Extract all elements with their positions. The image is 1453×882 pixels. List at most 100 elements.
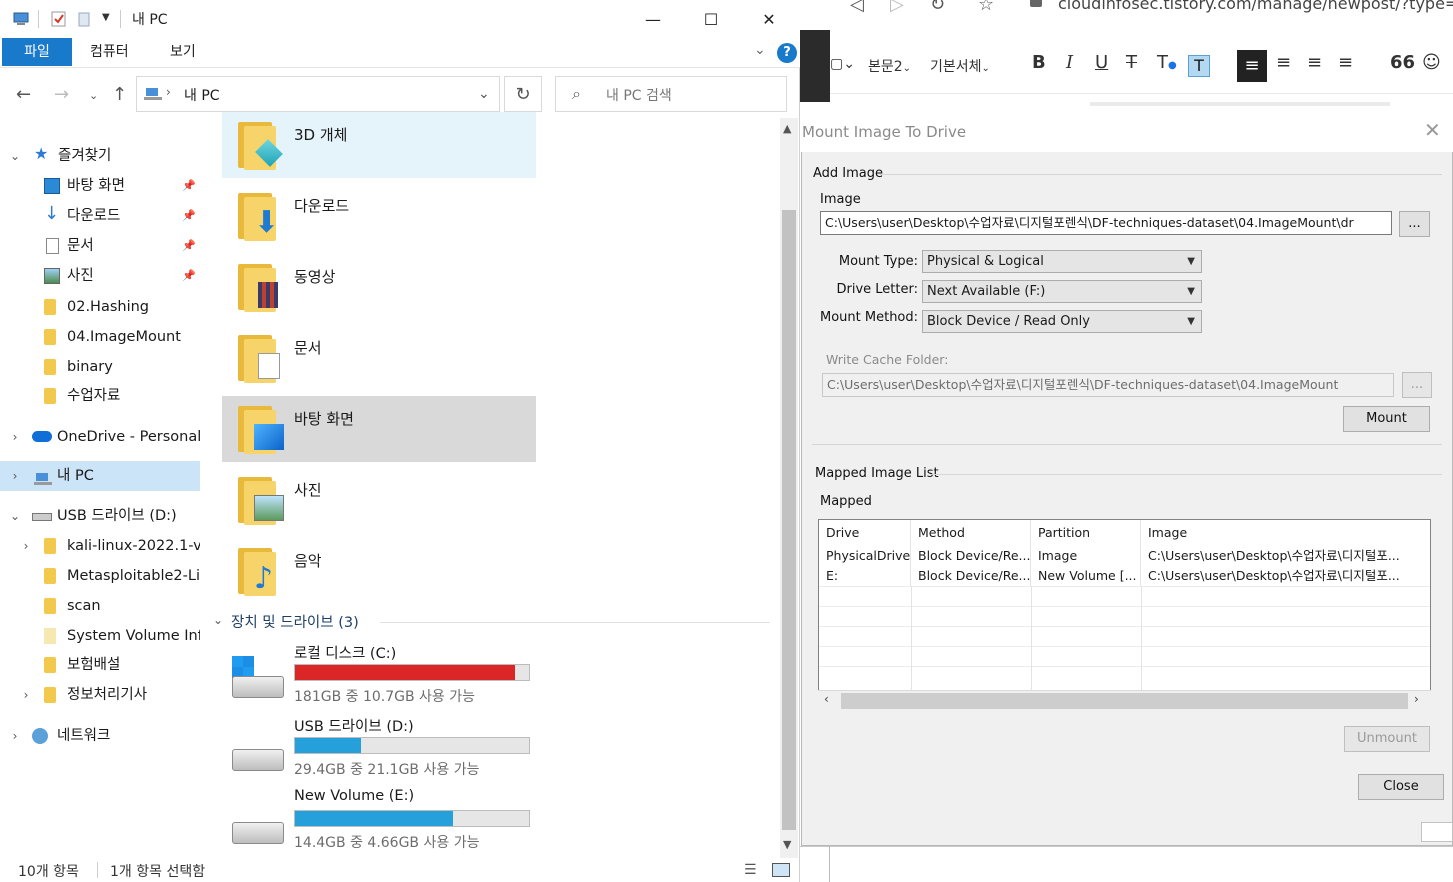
text-color-icon[interactable]: T● [1157,52,1177,73]
address-dropdown-icon[interactable]: ⌄ [478,86,490,102]
help-icon[interactable]: ? [777,43,797,63]
content-scroll-thumb[interactable] [782,210,796,830]
details-view-icon[interactable]: ☰ [744,862,757,878]
nav-item-imagemount[interactable]: 04.ImageMount [0,322,200,352]
strikethrough-icon[interactable]: T [1126,52,1137,73]
nav-item-this-pc[interactable]: › 내 PC [0,461,200,491]
nav-item-infoproc[interactable]: › 정보처리기사 [0,680,200,710]
bold-icon[interactable]: B [1032,52,1046,73]
table-row-2-image[interactable]: C:\Users\user\Desktop\수업자료\디지털포... [1141,566,1430,586]
mount-type-select[interactable]: Physical & Logical ▼ [922,250,1202,273]
drive-tile-c[interactable]: 로컬 디스크 (C:) 181GB 중 10.7GB 사용 가능 [222,642,542,712]
drive-letter-select[interactable]: Next Available (F:) ▼ [922,280,1202,303]
table-row-2-drive[interactable]: E: [819,566,911,586]
drive-tile-d[interactable]: USB 드라이브 (D:) 29.4GB 중 21.1GB 사용 가능 [222,715,542,785]
browser-reload-icon[interactable]: ↻ [930,0,945,15]
browse-image-button[interactable]: ... [1399,211,1430,237]
nav-item-downloads[interactable]: ↓ 다운로드 📌 [0,201,200,231]
pin-icon[interactable]: 📌 [182,201,196,231]
table-scroll-thumb[interactable] [841,693,1408,709]
nav-item-network[interactable]: › 네트워크 [0,721,200,751]
scroll-left-icon[interactable]: ‹ [824,692,829,706]
properties-icon[interactable] [50,10,68,28]
nav-item-pictures[interactable]: 사진 📌 [0,261,200,291]
nav-item-system-volume[interactable]: System Volume Info [0,621,200,651]
italic-icon[interactable]: I [1066,52,1073,73]
bookmark-icon[interactable]: ☆ [978,0,994,15]
align-right-icon[interactable]: ≡ [1307,52,1322,73]
nav-item-documents[interactable]: 문서 📌 [0,231,200,261]
table-row-1-drive[interactable]: PhysicalDrive2 [819,546,911,566]
style-select[interactable]: 본문2⌄ [868,56,911,76]
nav-item-onedrive[interactable]: › OneDrive - Personal [0,422,200,452]
nav-item-class-materials[interactable]: 수업자료 [0,381,200,411]
folder-tile-desktop[interactable]: 바탕 화면 [222,396,536,462]
image-path-input[interactable]: C:\Users\user\Desktop\수업자료\디지털포렌식\DF-tec… [820,211,1392,235]
folder-tile-documents[interactable]: 문서 [222,325,536,391]
qa-customize-icon[interactable]: ▼ [102,12,110,23]
folder-tile-downloads[interactable]: ⬇ 다운로드 [222,183,536,249]
close-button[interactable]: Close [1358,774,1444,800]
breadcrumb[interactable]: 내 PC [184,85,220,105]
nav-item-kali[interactable]: › kali-linux-2022.1-vm [0,531,200,561]
table-row-1-image[interactable]: C:\Users\user\Desktop\수업자료\디지털포... [1141,546,1430,566]
refresh-button[interactable]: ↻ [504,76,542,112]
column-header-drive[interactable]: Drive [819,520,911,546]
drive-tile-e[interactable]: New Volume (E:) 14.4GB 중 4.66GB 사용 가능 [222,788,542,858]
recent-locations-icon[interactable]: ⌄ [89,89,98,102]
forward-icon[interactable]: → [54,84,69,105]
nav-item-favorites[interactable]: ⌄ ★ 즐겨찾기 [0,141,200,171]
browser-forward-icon[interactable]: ▷ [890,0,904,15]
align-left-icon[interactable]: ≡ [1237,50,1267,82]
nav-item-insurance[interactable]: 보험배설 [0,650,200,680]
browser-url[interactable]: cloudinfosec.tistory.com/manage/newpost/… [1058,0,1453,13]
chevron-down-icon[interactable]: ⌄ [213,613,223,627]
editor-insert-icon[interactable]: ▢⌄ [830,56,855,72]
tab-view[interactable]: 보기 [152,38,214,66]
nav-item-hashing[interactable]: 02.Hashing [0,292,200,322]
ribbon-expand-icon[interactable]: ⌄ [754,42,766,58]
minimize-icon[interactable]: — [624,0,682,38]
align-center-icon[interactable]: ≡ [1276,52,1291,73]
table-row-2-method[interactable]: Block Device/Re... [911,566,1031,586]
scroll-down-icon[interactable]: ▼ [783,838,791,851]
large-icons-view-icon[interactable] [772,863,790,877]
folder-tile-videos[interactable]: 동영상 [222,254,536,320]
up-icon[interactable]: ↑ [112,84,127,105]
table-row-1-partition[interactable]: Image [1031,546,1141,566]
scroll-up-icon[interactable]: ▲ [783,122,791,135]
text-highlight-icon[interactable]: T [1188,55,1210,77]
folder-tile-pictures[interactable]: 사진 [222,467,536,533]
mount-button[interactable]: Mount [1343,406,1430,432]
underline-icon[interactable]: U [1095,52,1108,73]
tab-file[interactable]: 파일 [2,38,72,66]
pin-icon[interactable]: 📌 [182,171,196,201]
quote-icon[interactable]: 66 [1390,52,1415,73]
tab-computer[interactable]: 컴퓨터 [72,38,147,66]
folder-tile-music[interactable]: ♪ 음악 [222,538,536,604]
nav-item-metasploitable[interactable]: Metasploitable2-Lin [0,561,200,591]
dialog-close-icon[interactable]: ✕ [1424,118,1441,142]
column-header-method[interactable]: Method [911,520,1031,546]
align-justify-icon[interactable]: ≡ [1338,52,1353,73]
emoji-icon[interactable]: ☺ [1422,52,1441,73]
pin-icon[interactable]: 📌 [182,231,196,261]
maximize-icon[interactable]: ☐ [682,0,740,38]
pin-icon[interactable]: 📌 [182,261,196,291]
table-row-2-partition[interactable]: New Volume [... [1031,566,1141,586]
folder-tile-3d-objects[interactable]: 3D 개체 [222,112,536,178]
devices-section-header[interactable]: 장치 및 드라이브 (3) [231,611,359,632]
scroll-right-icon[interactable]: › [1414,692,1419,706]
close-icon[interactable]: ✕ [740,0,798,38]
browser-back-icon[interactable]: ◁ [850,0,864,15]
nav-item-binary[interactable]: binary [0,352,200,382]
mapped-image-table[interactable]: Drive Method Partition Image PhysicalDri… [818,519,1431,712]
new-folder-icon[interactable] [76,10,94,28]
nav-item-scan[interactable]: scan [0,591,200,621]
back-icon[interactable]: ← [16,84,31,105]
nav-item-usb[interactable]: ⌄ USB 드라이브 (D:) [0,501,200,531]
mount-method-select[interactable]: Block Device / Read Only ▼ [922,310,1202,333]
nav-item-desktop[interactable]: 바탕 화면 📌 [0,171,200,201]
table-row-1-method[interactable]: Block Device/Re... [911,546,1031,566]
column-header-partition[interactable]: Partition [1031,520,1141,546]
